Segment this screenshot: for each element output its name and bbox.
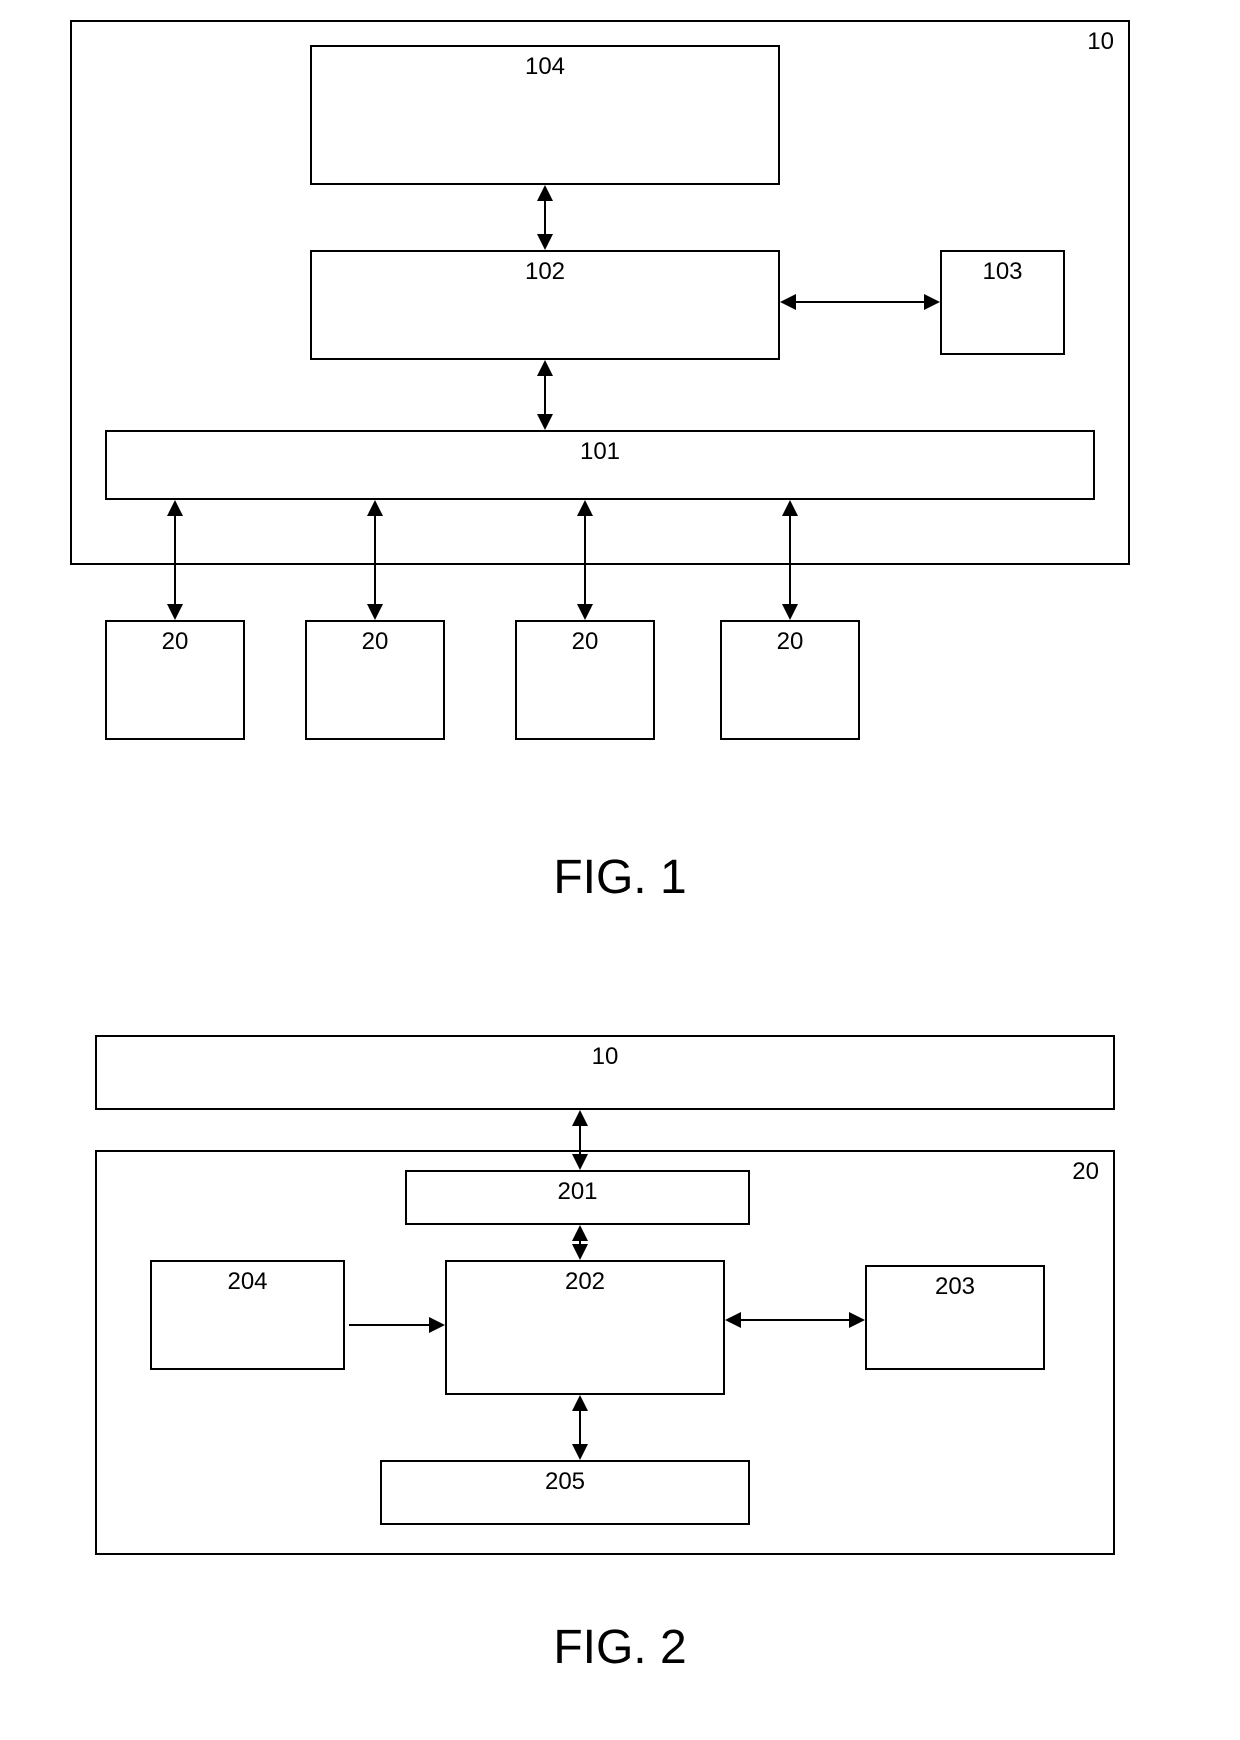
fig1-ext-20-2-label: 20 (362, 628, 389, 656)
fig1-ext-20-1-label: 20 (162, 628, 189, 656)
fig1-ext-20-4: 20 (720, 620, 860, 740)
fig1-caption: FIG. 1 (0, 850, 1240, 905)
fig1-block-102: 102 (310, 250, 780, 360)
fig2-block-202: 202 (445, 1260, 725, 1395)
fig2-block-205: 205 (380, 1460, 750, 1525)
fig1-block-104-label: 104 (525, 53, 565, 81)
fig2-caption: FIG. 2 (0, 1620, 1240, 1675)
fig2-outer-label: 20 (1072, 1158, 1099, 1186)
fig2-block-201-label: 201 (557, 1178, 597, 1206)
fig1-ext-20-2: 20 (305, 620, 445, 740)
fig1-block-103-label: 103 (982, 258, 1022, 286)
fig1-ext-20-3: 20 (515, 620, 655, 740)
fig1-block-102-label: 102 (525, 258, 565, 286)
fig1-block-104: 104 (310, 45, 780, 185)
fig1-block-103: 103 (940, 250, 1065, 355)
fig2-top-10: 10 (95, 1035, 1115, 1110)
fig1-ext-20-1: 20 (105, 620, 245, 740)
fig1-ext-20-3-label: 20 (572, 628, 599, 656)
fig2-block-204-label: 204 (227, 1268, 267, 1296)
fig1-block-101-label: 101 (580, 438, 620, 466)
fig2-top-10-label: 10 (592, 1043, 619, 1071)
fig1-block-101: 101 (105, 430, 1095, 500)
fig2-block-201: 201 (405, 1170, 750, 1225)
fig2-block-205-label: 205 (545, 1468, 585, 1496)
fig2-block-204: 204 (150, 1260, 345, 1370)
fig2-block-203-label: 203 (935, 1273, 975, 1301)
fig1-outer-label: 10 (1087, 28, 1114, 56)
fig2-block-202-label: 202 (565, 1268, 605, 1296)
fig2-block-203: 203 (865, 1265, 1045, 1370)
fig1-ext-20-4-label: 20 (777, 628, 804, 656)
